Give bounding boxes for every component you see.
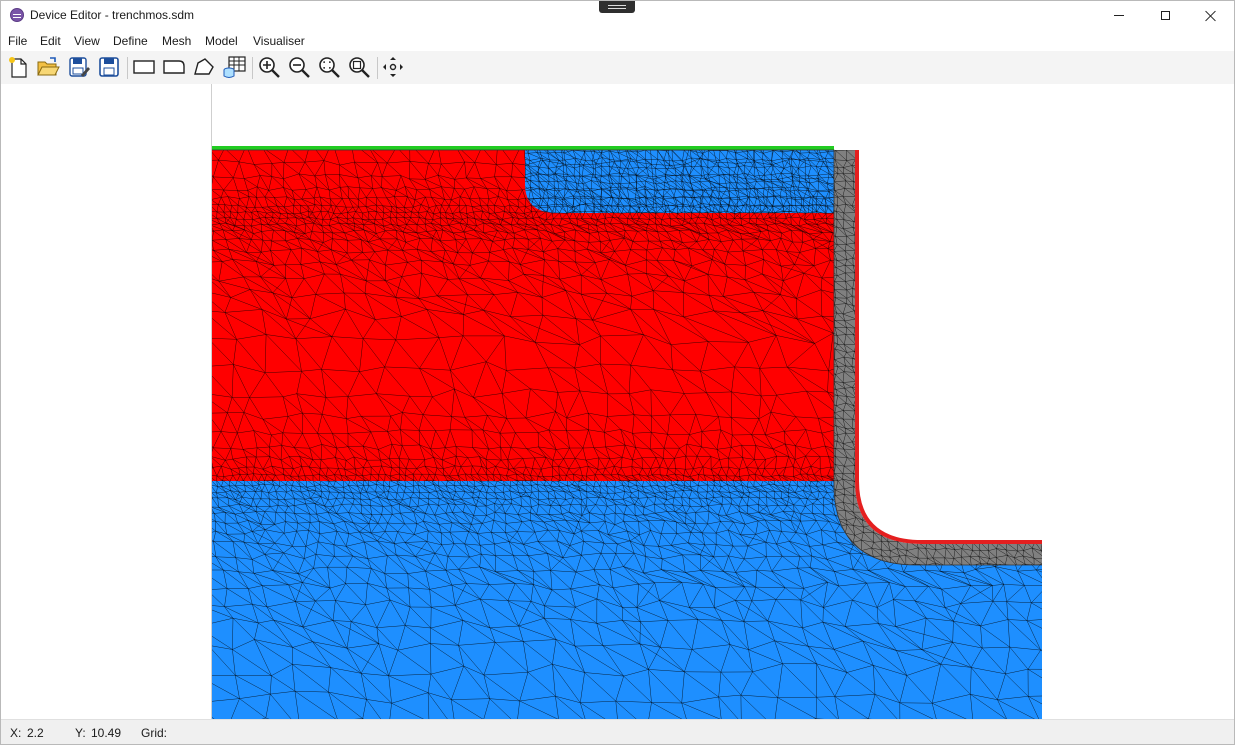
menu-view[interactable]: View <box>74 34 100 48</box>
new-file-icon <box>9 57 27 78</box>
save-icon <box>99 57 119 77</box>
region-table-icon <box>223 56 246 78</box>
status-bar: X: 2.2 Y: 10.49 Grid: <box>0 719 1235 745</box>
menu-file[interactable]: File <box>8 34 27 48</box>
menu-bar: File Edit View Define Mesh Model Visuali… <box>0 31 1235 51</box>
toolbar-separator <box>252 57 253 79</box>
maximize-icon <box>1160 11 1170 20</box>
rounded-rectangle-tool-icon <box>163 60 185 74</box>
left-panel <box>0 84 212 719</box>
title-bar[interactable]: Device Editor - trenchmos.sdm <box>0 0 1235 31</box>
y-coord-value: 10.49 <box>91 726 122 740</box>
close-icon <box>1205 10 1217 22</box>
device-canvas[interactable] <box>212 84 1235 719</box>
rounded-rectangle-tool-button[interactable] <box>161 54 187 80</box>
rectangle-tool-button[interactable] <box>131 54 157 80</box>
minimize-button[interactable] <box>1096 0 1142 31</box>
window-title: Device Editor - trenchmos.sdm <box>30 8 195 22</box>
snap-handle[interactable] <box>599 0 635 13</box>
new-file-button[interactable] <box>5 54 31 80</box>
zoom-fit-icon <box>319 57 340 78</box>
pan-button[interactable] <box>380 54 406 80</box>
region-table-button[interactable] <box>221 54 247 80</box>
zoom-in-icon <box>259 57 280 78</box>
zoom-out-icon <box>289 57 310 78</box>
device-drawing <box>212 146 1042 719</box>
polygon-tool-button[interactable] <box>191 54 217 80</box>
close-button[interactable] <box>1188 0 1234 31</box>
pan-icon <box>383 57 403 77</box>
source-contact <box>212 146 834 150</box>
save-as-button[interactable] <box>66 54 92 80</box>
x-coord-label: X: <box>10 726 22 740</box>
x-coord-value: 2.2 <box>27 726 44 740</box>
menu-mesh[interactable]: Mesh <box>162 34 191 48</box>
zoom-extent-icon <box>349 57 370 78</box>
open-button[interactable] <box>35 54 61 80</box>
open-folder-icon <box>37 57 60 76</box>
menu-model[interactable]: Model <box>205 34 238 48</box>
maximize-button[interactable] <box>1142 0 1188 31</box>
app-logo-icon <box>10 8 24 22</box>
rectangle-tool-icon <box>133 60 155 74</box>
gate-oxide-region <box>834 150 1042 565</box>
save-button[interactable] <box>96 54 122 80</box>
menu-visualiser[interactable]: Visualiser <box>253 34 305 48</box>
y-coord-label: Y: <box>75 726 86 740</box>
grid-label: Grid: <box>141 726 168 740</box>
toolbar <box>0 51 1235 84</box>
zoom-fit-button[interactable] <box>316 54 342 80</box>
toolbar-separator <box>127 57 128 79</box>
menu-define[interactable]: Define <box>113 34 148 48</box>
menu-edit[interactable]: Edit <box>40 34 61 48</box>
toolbar-separator <box>377 57 378 79</box>
zoom-extent-button[interactable] <box>346 54 372 80</box>
save-as-icon <box>69 57 90 77</box>
zoom-out-button[interactable] <box>286 54 312 80</box>
zoom-in-button[interactable] <box>256 54 282 80</box>
gate-region <box>855 150 1042 544</box>
polygon-tool-icon <box>194 58 214 75</box>
minimize-icon <box>1114 15 1124 16</box>
